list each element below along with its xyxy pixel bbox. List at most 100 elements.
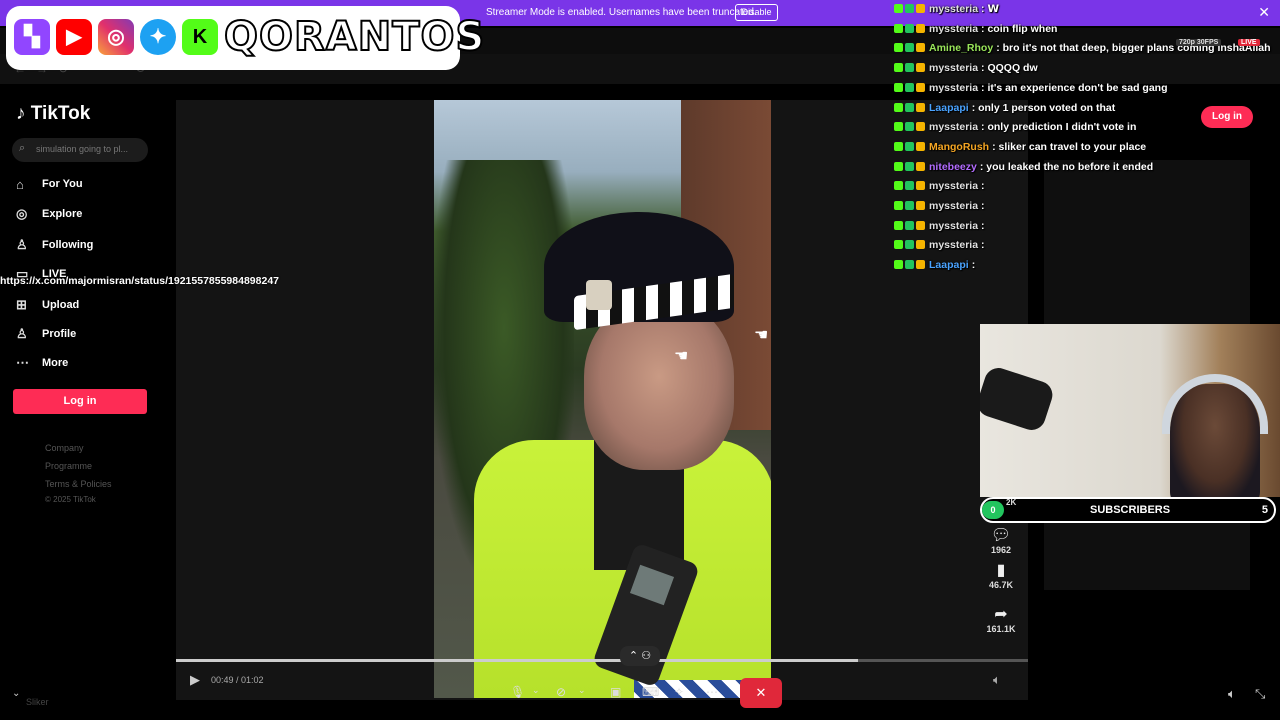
screen-share-toolbar: 🎙︎ ⌄ ⊘ ⌄ ▣ ⌨︎ ✧ ⋯ ✕ [500, 678, 782, 708]
verified-badge-icon [905, 201, 914, 210]
chevron-down-icon[interactable]: ⌄ [12, 688, 20, 699]
footer-copyright: © 2025 TikTok [45, 495, 96, 504]
chat-message: myssteria: 𝗪 [894, 3, 999, 15]
search-icon: ⌕ [19, 142, 26, 154]
headset [1162, 374, 1268, 434]
nav-label: Following [42, 239, 94, 251]
chat-username[interactable]: Laapapi [929, 259, 969, 271]
kick-badge-icon [894, 161, 903, 171]
chat-username[interactable]: myssteria [929, 62, 978, 74]
chat-message: MangoRush: sliker can travel to your pla… [894, 141, 1146, 153]
subscriber-count-left: 0 [982, 501, 1004, 519]
fps-badge: 720p 30FPS [1176, 39, 1222, 46]
verified-badge-icon [905, 141, 914, 151]
nav-profile[interactable]: ♙ Profile [16, 324, 76, 344]
chat-text: : bro it's not that deep, bigger plans c… [996, 42, 1271, 55]
chat-username[interactable]: myssteria [929, 23, 978, 35]
comment-action[interactable]: 💬︎ 1962 [985, 525, 1017, 555]
chat-message: Laapapi: [894, 259, 975, 271]
chat-username[interactable]: myssteria [929, 220, 978, 232]
chat-username[interactable]: Laapapi [929, 102, 969, 114]
verified-badge-icon [905, 220, 914, 230]
chat-username[interactable]: myssteria [929, 200, 978, 212]
camera-off-icon[interactable]: ⊘ [556, 685, 566, 699]
login-button[interactable]: Log in [13, 389, 147, 414]
kick-badge-icon [894, 260, 903, 270]
nav-for-you[interactable]: ⌂ For You [16, 174, 83, 194]
kick-badge-icon [894, 102, 903, 112]
chat-username[interactable]: myssteria [929, 239, 978, 251]
partial-count: 2K [1006, 498, 1017, 507]
chat-link[interactable]: https://x.com/majormisran/status/1921557… [0, 275, 279, 287]
verified-badge-icon [905, 63, 914, 73]
kick-badge-icon [894, 4, 903, 13]
share-action[interactable]: ➦ 161.1K [985, 604, 1017, 634]
crown-badge-icon [916, 4, 925, 13]
stop-share-button[interactable]: ✕ [740, 678, 782, 708]
chat-username[interactable]: MangoRush [929, 141, 989, 153]
crown-badge-icon [916, 141, 925, 151]
more-options-icon[interactable]: ⋯ [706, 685, 718, 699]
upload-icon: ⊞ [16, 297, 27, 312]
kick-badge-icon [894, 201, 903, 210]
kick-badge-icon [894, 240, 903, 250]
brand-name: QORANTOS [223, 13, 486, 61]
nav-explore[interactable]: ◎ Explore [16, 204, 82, 224]
chat-username[interactable]: Amine_Rhoy [929, 42, 993, 54]
play-icon[interactable]: ▶ [190, 672, 200, 688]
nav-more[interactable]: ⋯ More [16, 353, 68, 373]
subscriber-label: SUBSCRIBERS [1090, 504, 1171, 516]
subscriber-goal-bar: 0 SUBSCRIBERS 5 [980, 497, 1276, 523]
verified-badge-icon [905, 23, 914, 33]
video-progress-bar[interactable] [176, 659, 1028, 662]
crown-badge-icon [916, 23, 925, 33]
chat-username[interactable]: nitebeezy [929, 161, 977, 173]
volume-icon[interactable]: 🔈︎ [993, 672, 1001, 688]
tiktok-logo[interactable]: ♪ TikTok [16, 103, 90, 125]
crown-badge-icon [916, 201, 925, 210]
verified-badge-icon [905, 240, 914, 250]
crown-badge-icon [916, 43, 925, 53]
microphone-icon[interactable]: 🎙︎ [510, 685, 525, 699]
chat-message: myssteria: QQQQ dw [894, 62, 1038, 74]
verified-badge-icon [905, 161, 914, 171]
chat-username[interactable]: myssteria [929, 82, 978, 94]
nav-upload[interactable]: ⊞ Upload [16, 295, 79, 315]
video-progress-fill [176, 659, 858, 662]
verified-badge-icon [905, 102, 914, 112]
chat-username[interactable]: myssteria [929, 121, 978, 133]
fullscreen-exit-icon[interactable]: ⤡ [1255, 686, 1265, 702]
screen-share-icon[interactable]: ▣ [610, 685, 621, 699]
chat-username[interactable]: myssteria [929, 180, 978, 192]
search-input[interactable]: ⌕ simulation going to pl... [12, 138, 148, 162]
footer-programme[interactable]: Programme [45, 461, 92, 471]
nav-following[interactable]: ♙ Following [16, 235, 93, 255]
webcam-feed [980, 324, 1280, 497]
chevron-down-icon[interactable]: ⌄ [532, 685, 540, 696]
video-player[interactable] [434, 100, 771, 698]
youtube-icon: ▶ [56, 19, 92, 55]
disable-button[interactable]: Disable [735, 4, 778, 21]
chat-message: myssteria: only prediction I didn't vote… [894, 121, 1136, 133]
chat-username[interactable]: myssteria [929, 3, 978, 15]
volume-icon[interactable]: 🔈︎ [1228, 686, 1236, 702]
expand-share-bar-button[interactable]: ⌃ ⚇ [620, 646, 660, 666]
footer-terms[interactable]: Terms & Policies [45, 479, 112, 489]
crown-badge-icon [916, 63, 925, 73]
crown-badge-icon [916, 102, 925, 112]
footer-company[interactable]: Company [45, 443, 84, 453]
bottom-username: Sliker [26, 697, 49, 707]
chat-text: : QQQQ dw [981, 62, 1038, 75]
gamepad-icon[interactable]: ⌨︎ [642, 685, 659, 699]
microphone-prop [980, 364, 1057, 434]
nav-label: Upload [42, 299, 80, 311]
subscriber-count-right: 5 [1261, 504, 1268, 516]
chat-text: : [981, 219, 985, 232]
chat-text: : it's an experience don't be sad gang [981, 81, 1168, 94]
effects-icon[interactable]: ✧ [674, 685, 684, 699]
chevron-down-icon[interactable]: ⌄ [578, 685, 586, 696]
tiktok-logo-text: TikTok [30, 103, 91, 124]
chat-text: : [981, 180, 985, 193]
bookmark-action[interactable]: ▮ 46.7K [985, 560, 1017, 590]
mouse-cursor: ☚ [754, 327, 769, 344]
